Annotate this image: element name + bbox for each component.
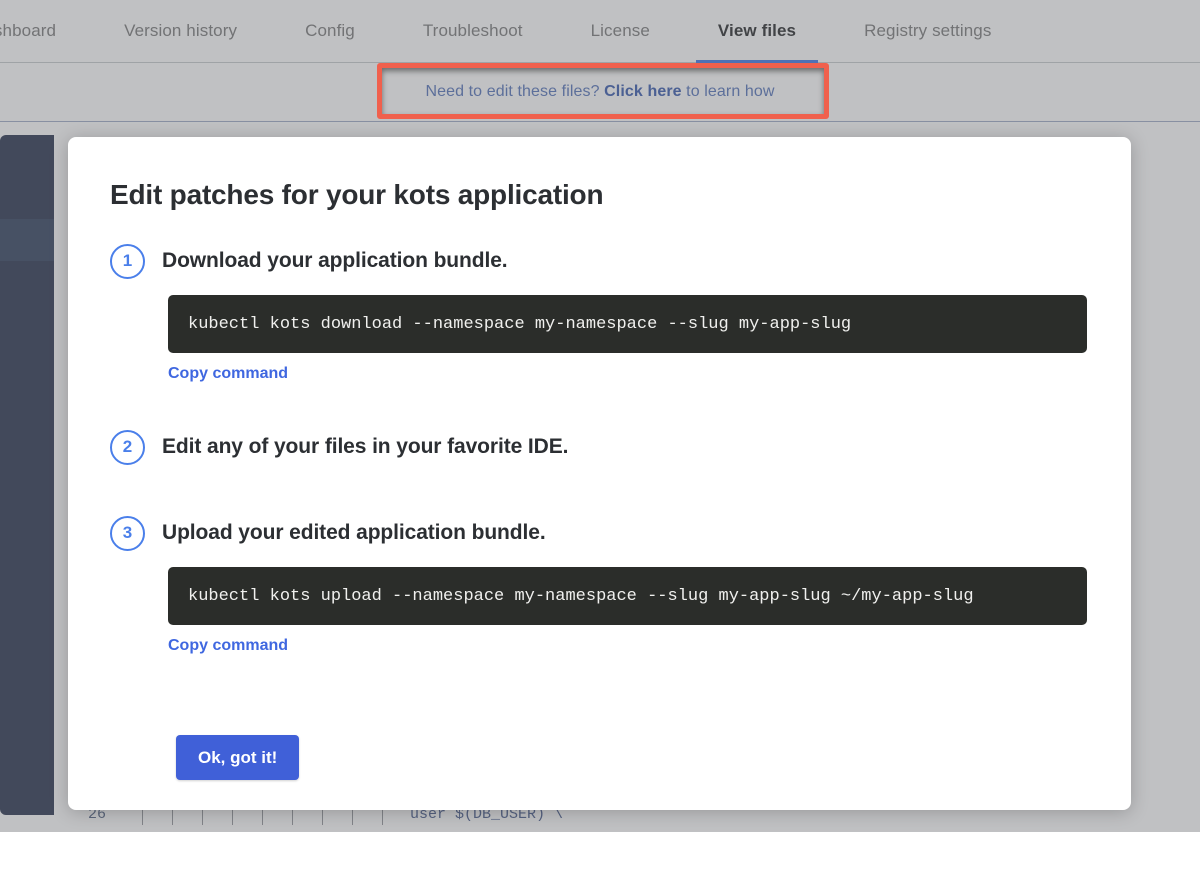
step-1-label: Download your application bundle.: [162, 249, 508, 273]
step-1-number-badge: 1: [110, 244, 145, 279]
copy-download-command-link[interactable]: Copy command: [168, 365, 288, 383]
step-2-label: Edit any of your files in your favorite …: [162, 435, 568, 459]
step-2-number-badge: 2: [110, 430, 145, 465]
step-1: 1 Download your application bundle. kube…: [110, 241, 1087, 383]
download-command-block[interactable]: kubectl kots download --namespace my-nam…: [168, 295, 1087, 353]
ok-got-it-button[interactable]: Ok, got it!: [176, 735, 299, 780]
copy-upload-command-link[interactable]: Copy command: [168, 637, 288, 655]
step-2: 2 Edit any of your files in your favorit…: [110, 427, 1087, 467]
step-3: 3 Upload your edited application bundle.…: [110, 513, 1087, 655]
step-2-header: 2 Edit any of your files in your favorit…: [110, 427, 1087, 467]
step-3-number-badge: 3: [110, 516, 145, 551]
step-3-label: Upload your edited application bundle.: [162, 521, 546, 545]
highlight-annotation-box: [377, 63, 829, 119]
modal-title: Edit patches for your kots application: [110, 179, 1087, 211]
step-3-header: 3 Upload your edited application bundle.: [110, 513, 1087, 553]
edit-patches-modal: Edit patches for your kots application 1…: [68, 137, 1131, 810]
step-1-header: 1 Download your application bundle.: [110, 241, 1087, 281]
upload-command-block[interactable]: kubectl kots upload --namespace my-names…: [168, 567, 1087, 625]
